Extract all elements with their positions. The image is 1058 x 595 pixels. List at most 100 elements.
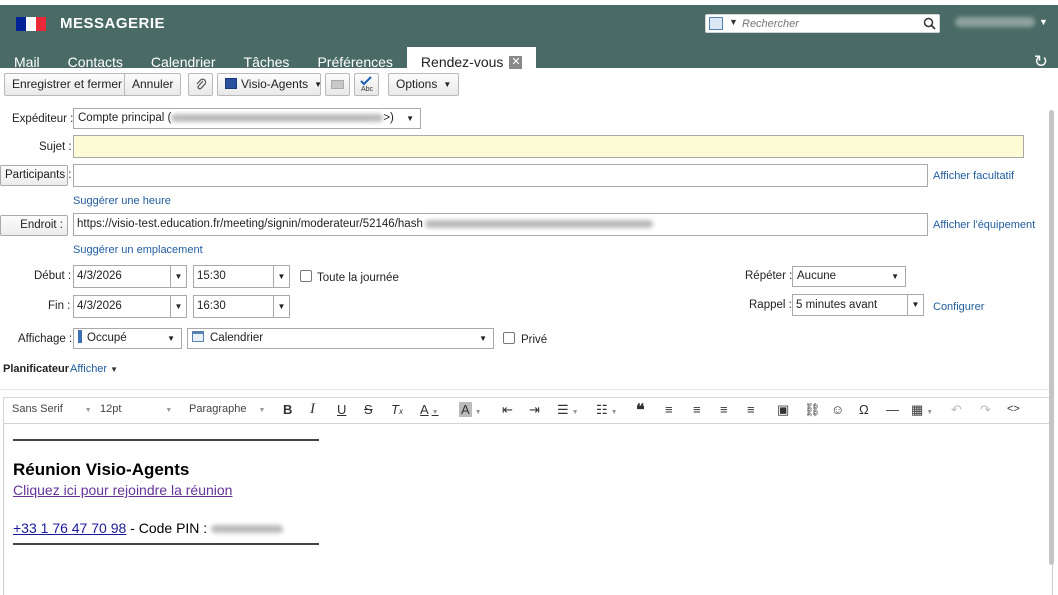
special-character-icon[interactable]: Ω bbox=[859, 402, 869, 417]
align-right-icon[interactable]: ≡ bbox=[720, 402, 728, 417]
location-input[interactable]: https://visio-test.education.fr/meeting/… bbox=[73, 213, 928, 236]
font-size-select[interactable]: 12pt ▼ bbox=[100, 403, 172, 415]
start-date-input[interactable]: 4/3/2026 bbox=[73, 265, 171, 288]
message-body-editor[interactable]: Réunion Visio-Agents Cliquez ici pour re… bbox=[3, 424, 1053, 595]
repeat-select[interactable]: Aucune ▼ bbox=[792, 266, 906, 287]
search-input[interactable] bbox=[742, 16, 922, 31]
all-day-checkbox[interactable] bbox=[300, 270, 312, 282]
underline-icon[interactable]: U bbox=[337, 402, 346, 417]
show-optional-link[interactable]: Afficher facultatif bbox=[933, 170, 1014, 182]
user-name-blurred[interactable] bbox=[955, 17, 1035, 27]
emoji-icon[interactable]: ☺ bbox=[831, 402, 844, 417]
location-hash-blurred bbox=[424, 219, 653, 228]
end-date-picker-button[interactable]: ▼ bbox=[170, 295, 187, 318]
tab-label: Préférences bbox=[317, 54, 393, 70]
tab-label: Mail bbox=[14, 54, 40, 70]
italic-icon[interactable]: I bbox=[310, 401, 315, 418]
end-date-input[interactable]: 4/3/2026 bbox=[73, 295, 171, 318]
participants-button[interactable]: Participants : bbox=[0, 165, 71, 186]
chevron-down-icon: ▼ bbox=[911, 300, 920, 309]
clear-format-icon[interactable]: Tx bbox=[391, 402, 403, 417]
availability-select[interactable]: Occupé ▼ bbox=[73, 328, 182, 349]
meeting-heading: Réunion Visio-Agents bbox=[13, 460, 190, 479]
repeat-value: Aucune bbox=[797, 270, 837, 282]
visio-label: Visio-Agents bbox=[241, 77, 309, 91]
phone-link[interactable]: +33 1 76 47 70 98 bbox=[13, 520, 126, 536]
options-button[interactable]: Options ▼ bbox=[388, 73, 460, 96]
private-label: Privé bbox=[521, 334, 548, 346]
search-type-icon[interactable] bbox=[709, 17, 723, 30]
justify-icon[interactable]: ≡ bbox=[747, 402, 755, 417]
repeat-label: Répéter : bbox=[745, 270, 793, 282]
pin-label: - Code PIN : bbox=[126, 520, 212, 536]
chevron-down-icon: ▼ bbox=[174, 272, 183, 281]
suggest-time-link[interactable]: Suggérer une heure bbox=[73, 195, 171, 207]
join-meeting-link[interactable]: Cliquez ici pour rejoindre la réunion bbox=[13, 482, 232, 498]
block-format-value: Paragraphe bbox=[189, 403, 247, 415]
private-checkbox[interactable] bbox=[503, 332, 515, 344]
start-time-dropdown-button[interactable]: ▼ bbox=[273, 265, 290, 288]
spellcheck-button[interactable]: Abc bbox=[354, 73, 379, 96]
sender-value-suffix: >) bbox=[383, 112, 394, 124]
undo-icon[interactable]: ↶ bbox=[951, 402, 962, 418]
reminder-input[interactable]: 5 minutes avant bbox=[792, 294, 908, 316]
refresh-icon[interactable]: ↻ bbox=[1034, 52, 1048, 72]
visio-agents-button[interactable]: Visio-Agents ▼ bbox=[217, 73, 322, 96]
align-center-icon[interactable]: ≡ bbox=[693, 402, 701, 417]
display-label: Affichage : bbox=[18, 333, 73, 345]
location-button[interactable]: Endroit : bbox=[0, 215, 68, 236]
calendar-select[interactable]: Calendrier ▼ bbox=[187, 328, 494, 349]
close-icon[interactable]: ✕ bbox=[509, 56, 523, 69]
chevron-down-icon[interactable]: ▼ bbox=[1039, 17, 1048, 27]
print-button[interactable] bbox=[325, 73, 350, 96]
block-format-select[interactable]: Paragraphe ▼ bbox=[189, 403, 265, 415]
table-icon[interactable]: ▦ ▼ bbox=[911, 402, 933, 418]
participants-input[interactable] bbox=[73, 164, 928, 187]
link-icon[interactable]: ⛓ bbox=[804, 402, 821, 418]
calendar-value: Calendrier bbox=[210, 332, 264, 344]
attachment-button[interactable] bbox=[188, 73, 213, 96]
show-equipment-link[interactable]: Afficher l'équipement bbox=[933, 219, 1035, 231]
start-label: Début : bbox=[34, 270, 72, 282]
planner-show-link[interactable]: Afficher ▼ bbox=[70, 363, 118, 375]
bold-icon[interactable]: B bbox=[283, 402, 292, 417]
save-and-close-button[interactable]: Enregistrer et fermer bbox=[4, 73, 131, 96]
visio-grid-icon bbox=[225, 78, 237, 89]
options-label: Options bbox=[396, 77, 438, 91]
cancel-button[interactable]: Annuler bbox=[124, 73, 182, 96]
horizontal-rule-icon[interactable]: — bbox=[886, 402, 899, 417]
font-family-select[interactable]: Sans Serif ▼ bbox=[12, 403, 92, 415]
availability-value: Occupé bbox=[87, 332, 127, 344]
search-icon[interactable] bbox=[923, 17, 936, 30]
image-icon[interactable]: ▣ bbox=[777, 402, 789, 418]
text-color-icon[interactable]: A ▼ bbox=[420, 402, 439, 417]
paperclip-icon bbox=[196, 78, 206, 90]
subject-input[interactable] bbox=[73, 135, 1024, 158]
scrollbar-thumb[interactable] bbox=[1049, 110, 1054, 565]
chevron-down-icon[interactable]: ▼ bbox=[729, 17, 738, 27]
configure-link[interactable]: Configurer bbox=[933, 301, 984, 313]
indent-icon[interactable]: ⇥ bbox=[529, 402, 540, 418]
pin-code-blurred bbox=[211, 525, 284, 534]
bullet-list-icon[interactable]: ☰ ▼ bbox=[557, 402, 579, 418]
redo-icon[interactable]: ↷ bbox=[980, 402, 991, 418]
end-time-input[interactable]: 16:30 bbox=[193, 295, 274, 318]
subject-label: Sujet : bbox=[39, 141, 72, 153]
divider bbox=[0, 389, 1050, 390]
strikethrough-icon[interactable]: S bbox=[364, 402, 373, 417]
sender-select[interactable]: Compte principal (>) ▼ bbox=[73, 108, 421, 129]
editor-toolbar: Sans Serif ▼ 12pt ▼ Paragraphe ▼ B I U S Tx… bbox=[3, 397, 1053, 424]
app-header: MESSAGERIE ▼ ▼ Mail Contacts Calendrier … bbox=[0, 0, 1058, 73]
outdent-icon[interactable]: ⇤ bbox=[502, 402, 513, 418]
reminder-dropdown-button[interactable]: ▼ bbox=[907, 294, 924, 316]
sender-value-prefix: Compte principal ( bbox=[78, 112, 172, 124]
blockquote-icon[interactable]: ❝ bbox=[636, 400, 645, 420]
start-date-picker-button[interactable]: ▼ bbox=[170, 265, 187, 288]
start-time-input[interactable]: 15:30 bbox=[193, 265, 274, 288]
numbered-list-icon[interactable]: ☷ ▼ bbox=[596, 402, 618, 418]
source-code-icon[interactable]: <> bbox=[1007, 403, 1020, 415]
end-time-dropdown-button[interactable]: ▼ bbox=[273, 295, 290, 318]
background-color-icon[interactable]: A ▼ bbox=[459, 402, 482, 417]
align-left-icon[interactable]: ≡ bbox=[665, 402, 673, 417]
suggest-location-link[interactable]: Suggérer un emplacement bbox=[73, 244, 203, 256]
